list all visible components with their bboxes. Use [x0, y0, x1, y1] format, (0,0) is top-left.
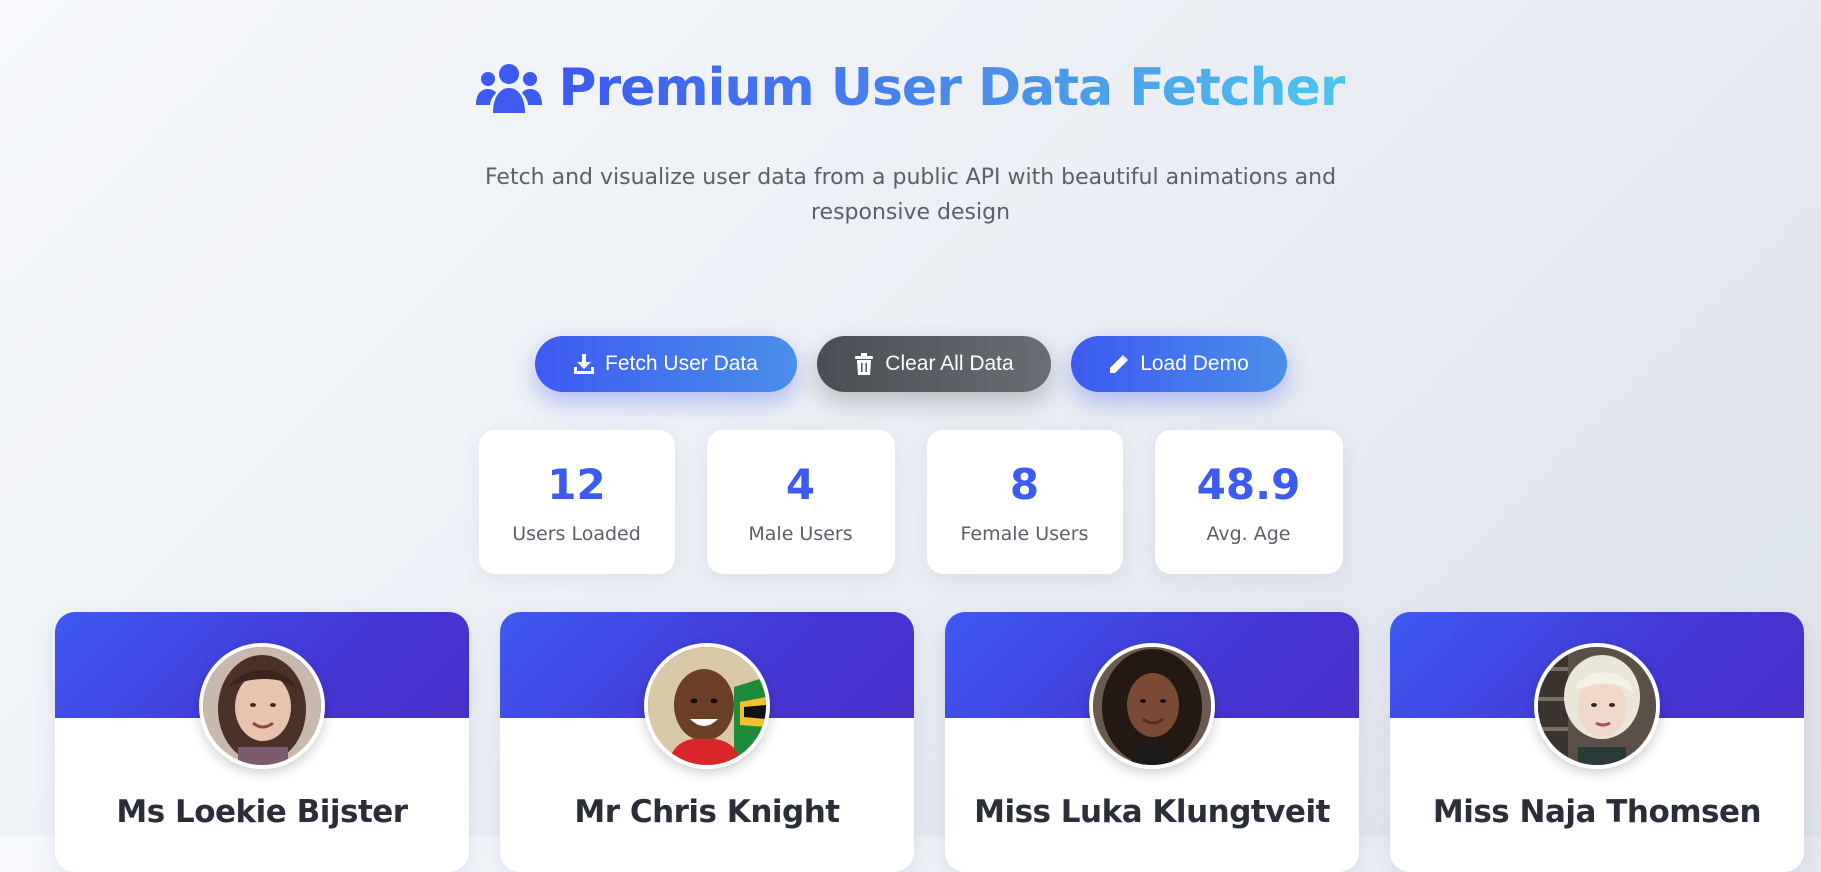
- stats-bar: 12 Users Loaded 4 Male Users 8 Female Us…: [0, 430, 1821, 574]
- avatar: [199, 643, 325, 769]
- avatar-image: [648, 647, 766, 765]
- user-name: Miss Luka Klungtveit: [974, 794, 1330, 830]
- clear-all-data-label: Clear All Data: [885, 352, 1014, 375]
- stat-label: Avg. Age: [1206, 523, 1291, 545]
- stat-label: Users Loaded: [512, 523, 641, 545]
- page-title-text: Premium User Data Fetcher: [558, 48, 1345, 128]
- user-card-grid: Ms Loekie Bijster Mr Chris Knight Miss L…: [55, 612, 1804, 872]
- user-card[interactable]: Mr Chris Knight: [500, 612, 914, 872]
- avatar: [644, 643, 770, 769]
- stat-value: 48.9: [1196, 460, 1301, 509]
- stat-value: 12: [547, 460, 606, 509]
- load-demo-label: Load Demo: [1140, 352, 1249, 375]
- avatar-image: [1093, 647, 1211, 765]
- stat-label: Male Users: [748, 523, 853, 545]
- page-title: Premium User Data Fetcher: [476, 48, 1346, 128]
- stat-value: 8: [1009, 460, 1040, 509]
- avatar-image: [203, 647, 321, 765]
- load-demo-button[interactable]: Load Demo: [1070, 336, 1287, 392]
- fetch-user-data-button[interactable]: Fetch User Data: [534, 336, 797, 392]
- user-name: Ms Loekie Bijster: [116, 794, 408, 830]
- users-icon: [476, 64, 543, 113]
- download-icon: [574, 354, 595, 374]
- pencil-icon: [1110, 355, 1129, 373]
- user-card[interactable]: Miss Luka Klungtveit: [945, 612, 1359, 872]
- user-name: Miss Naja Thomsen: [1432, 794, 1762, 830]
- stat-label: Female Users: [960, 523, 1089, 545]
- stat-value: 4: [785, 460, 816, 509]
- clear-all-data-button[interactable]: Clear All Data: [816, 336, 1051, 392]
- stat-card-users-loaded: 12 Users Loaded: [478, 430, 675, 574]
- page-subtitle: Fetch and visualize user data from a pub…: [484, 165, 1337, 225]
- user-name: Mr Chris Knight: [574, 794, 840, 830]
- avatar: [1089, 643, 1215, 769]
- page-header: Premium User Data Fetcher Fetch and visu…: [0, 48, 1821, 230]
- trash-icon: [855, 353, 874, 375]
- avatar: [1534, 643, 1660, 769]
- user-card[interactable]: Ms Loekie Bijster: [55, 612, 469, 872]
- fetch-user-data-label: Fetch User Data: [605, 352, 758, 375]
- action-bar: Fetch User Data Clear All Data Load Demo: [0, 336, 1821, 392]
- stat-card-female-users: 8 Female Users: [926, 430, 1123, 574]
- stat-card-avg-age: 48.9 Avg. Age: [1154, 430, 1343, 574]
- user-card[interactable]: Miss Naja Thomsen: [1390, 612, 1804, 872]
- avatar-image: [1538, 647, 1656, 765]
- stat-card-male-users: 4 Male Users: [706, 430, 895, 574]
